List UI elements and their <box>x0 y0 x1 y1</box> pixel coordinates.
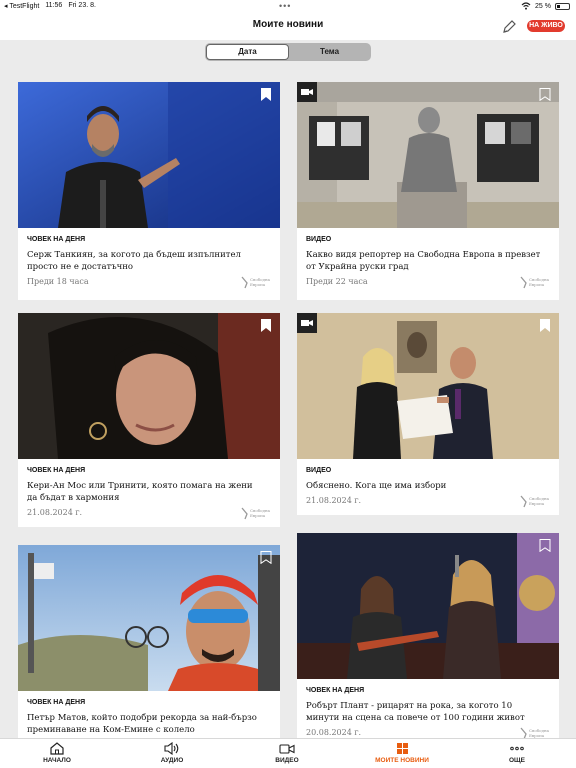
article-image <box>18 313 280 459</box>
svg-text:Европа: Европа <box>529 282 545 287</box>
back-to-app-link[interactable]: ◂ TestFlight <box>4 2 39 10</box>
tab-video[interactable]: ВИДЕО <box>252 742 322 764</box>
page-title: Моите новини <box>252 19 324 30</box>
svg-text:Европа: Европа <box>250 282 266 287</box>
bookmark-icon[interactable] <box>260 88 272 101</box>
article-time: Преди 18 часа <box>27 277 89 286</box>
tab-label: НАЧАЛО <box>43 757 71 764</box>
article-time: 20.08.2024 г. <box>306 728 362 737</box>
article-headline[interactable]: Робърт Плант - рицарят на рока, за когот… <box>306 700 544 724</box>
article-image <box>297 533 559 679</box>
video-camera-icon <box>301 320 313 326</box>
home-icon <box>50 742 64 755</box>
article-image <box>297 313 559 459</box>
article-category: Човек на деня <box>27 236 86 243</box>
multitask-dots-icon[interactable]: ••• <box>279 1 291 11</box>
tab-home[interactable]: НАЧАЛО <box>22 742 92 764</box>
status-date: Fri 23. 8. <box>68 2 96 9</box>
more-dots-icon <box>510 746 524 751</box>
news-card[interactable]: Видео Обяснено. Кога ще има избори 21.08… <box>297 313 559 515</box>
article-category: Човек на деня <box>27 699 86 706</box>
bookmark-icon[interactable] <box>260 551 272 564</box>
sort-segmented-control: Дата Тема <box>205 43 371 61</box>
tab-label: МОИТЕ НОВИНИ <box>375 757 429 764</box>
video-camera-icon <box>301 89 313 95</box>
rfe-logo-icon: СвободнаЕвропа <box>520 495 550 508</box>
segment-date[interactable]: Дата <box>206 44 289 60</box>
status-bar: ◂ TestFlight 11:56 Fri 23. 8. ••• 25 % <box>0 0 576 14</box>
tab-label: АУДИО <box>160 757 184 764</box>
bookmark-icon[interactable] <box>260 319 272 332</box>
article-headline[interactable]: Обяснено. Кога ще има избори <box>306 480 544 492</box>
bookmark-icon[interactable] <box>539 539 551 552</box>
live-button[interactable]: НА ЖИВО <box>527 20 565 32</box>
battery-icon <box>555 2 570 10</box>
article-headline[interactable]: Петър Матов, който подобри рекорда за на… <box>27 712 265 736</box>
article-image <box>18 82 280 228</box>
news-card[interactable]: Човек на деня Робърт Плант - рицарят на … <box>297 533 559 740</box>
tab-label: ОЩЕ <box>508 757 525 764</box>
article-headline[interactable]: Какво видя репортер на Свободна Европа в… <box>306 249 544 273</box>
tab-my-news[interactable]: МОИТЕ НОВИНИ <box>367 742 437 764</box>
article-headline[interactable]: Кери-Ан Мос или Тринити, която помага на… <box>27 480 265 504</box>
grid-icon <box>396 743 408 754</box>
article-category: Видео <box>306 467 332 474</box>
video-badge <box>297 313 317 333</box>
tab-bar: НАЧАЛО АУДИО ВИДЕО МОИТЕ НОВИНИ ОЩЕ <box>0 738 576 768</box>
wifi-icon <box>521 2 531 10</box>
rfe-logo-icon: СвободнаЕвропа <box>520 276 550 289</box>
edit-pencil-icon[interactable] <box>500 18 518 36</box>
battery-percent: 25 % <box>535 2 551 10</box>
bookmark-icon[interactable] <box>539 88 551 101</box>
tab-label: ВИДЕО <box>275 757 299 764</box>
article-image <box>297 82 559 228</box>
news-card[interactable]: Видео Какво видя репортер на Свободна Ев… <box>297 82 559 300</box>
article-time: 21.08.2024 г. <box>306 496 362 505</box>
svg-text:Европа: Европа <box>250 513 266 518</box>
article-category: Човек на деня <box>306 687 365 694</box>
rfe-logo-icon: СвободнаЕвропа <box>241 276 271 289</box>
speaker-icon <box>164 742 179 755</box>
article-time: 21.08.2024 г. <box>27 508 83 517</box>
status-time: 11:56 <box>45 2 63 9</box>
tab-audio[interactable]: АУДИО <box>137 742 207 764</box>
nav-bar: Моите новини НА ЖИВО <box>0 14 576 40</box>
article-image <box>18 545 280 691</box>
article-time: Преди 22 часа <box>306 277 368 286</box>
video-badge <box>297 82 317 102</box>
news-card[interactable]: Човек на деня Серж Танкиян, за когото да… <box>18 82 280 300</box>
video-camera-icon <box>279 744 295 754</box>
news-card[interactable]: Човек на деня Кери-Ан Мос или Тринити, к… <box>18 313 280 527</box>
rfe-logo-icon: СвободнаЕвропа <box>241 507 271 520</box>
tab-more[interactable]: ОЩЕ <box>482 742 552 764</box>
svg-text:Европа: Европа <box>529 501 545 506</box>
article-headline[interactable]: Серж Танкиян, за когото да бъдеш изпълни… <box>27 249 265 273</box>
article-category: Човек на деня <box>27 467 86 474</box>
bookmark-icon[interactable] <box>539 319 551 332</box>
segment-topic[interactable]: Тема <box>289 44 370 60</box>
article-category: Видео <box>306 236 332 243</box>
news-card[interactable]: Човек на деня Петър Матов, който подобри… <box>18 545 280 738</box>
